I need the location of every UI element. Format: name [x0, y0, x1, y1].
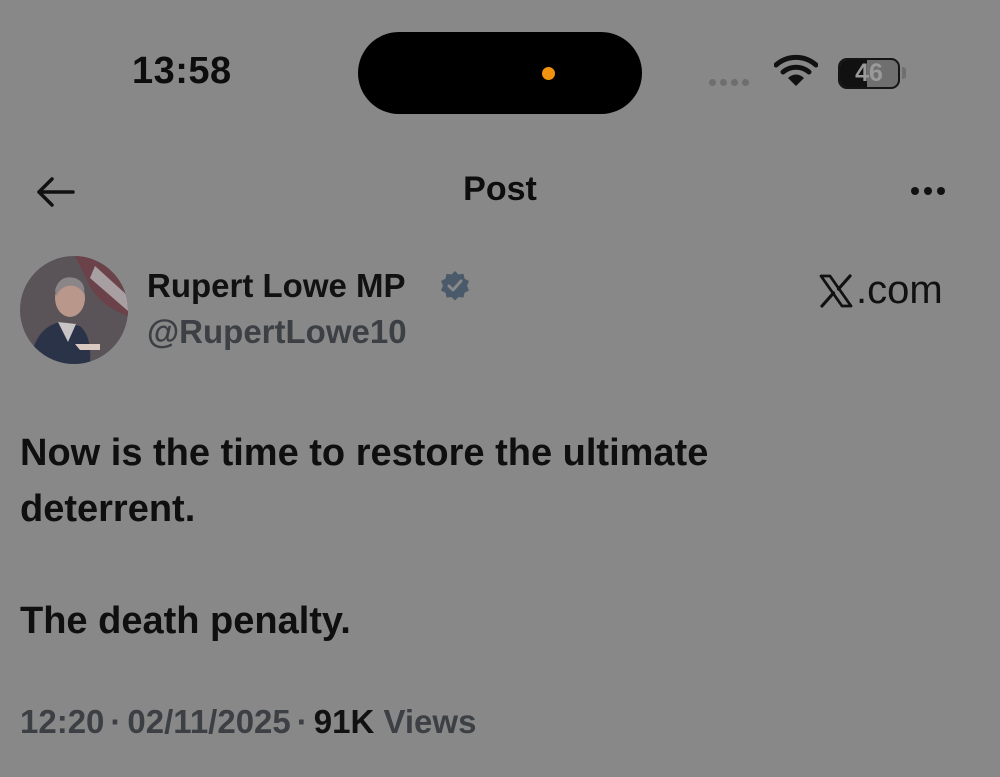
post-text-paragraph: Now is the time to restore the ultimate …: [20, 432, 709, 530]
battery-cap: [902, 67, 906, 79]
more-options-button[interactable]: [900, 178, 956, 204]
privacy-indicator-dot: [542, 67, 555, 80]
x-com-label: .com: [818, 268, 943, 313]
page-title: Post: [463, 170, 537, 208]
wifi-icon: [773, 54, 819, 93]
post-time[interactable]: 12:20: [20, 703, 104, 740]
author-name[interactable]: Rupert Lowe MP: [147, 267, 406, 305]
signal-dots-icon: [709, 79, 749, 86]
post-text: Now is the time to restore the ultimate …: [20, 425, 800, 649]
post-text-paragraph: The death penalty.: [20, 600, 351, 642]
dynamic-island: [358, 32, 642, 114]
views-label: Views: [383, 703, 477, 740]
back-button[interactable]: [34, 170, 78, 214]
views-count: 91K: [313, 703, 375, 740]
avatar[interactable]: [20, 256, 128, 364]
x-logo-icon: [819, 273, 853, 308]
battery-icon: 46: [838, 58, 900, 89]
arrow-left-icon: [37, 177, 75, 207]
post-meta: 12:20 · 02/11/2025 · 91K Views: [20, 703, 476, 741]
author-handle[interactable]: @RupertLowe10: [147, 313, 407, 351]
separator-dot: ·: [110, 703, 122, 740]
status-time: 13:58: [132, 50, 232, 92]
post-date[interactable]: 02/11/2025: [127, 703, 290, 740]
battery-percent: 46: [855, 59, 883, 87]
ellipsis-icon: [911, 187, 919, 195]
separator-dot: ·: [296, 703, 308, 740]
verified-badge-icon: [439, 270, 471, 307]
source-label: .com: [856, 268, 943, 312]
